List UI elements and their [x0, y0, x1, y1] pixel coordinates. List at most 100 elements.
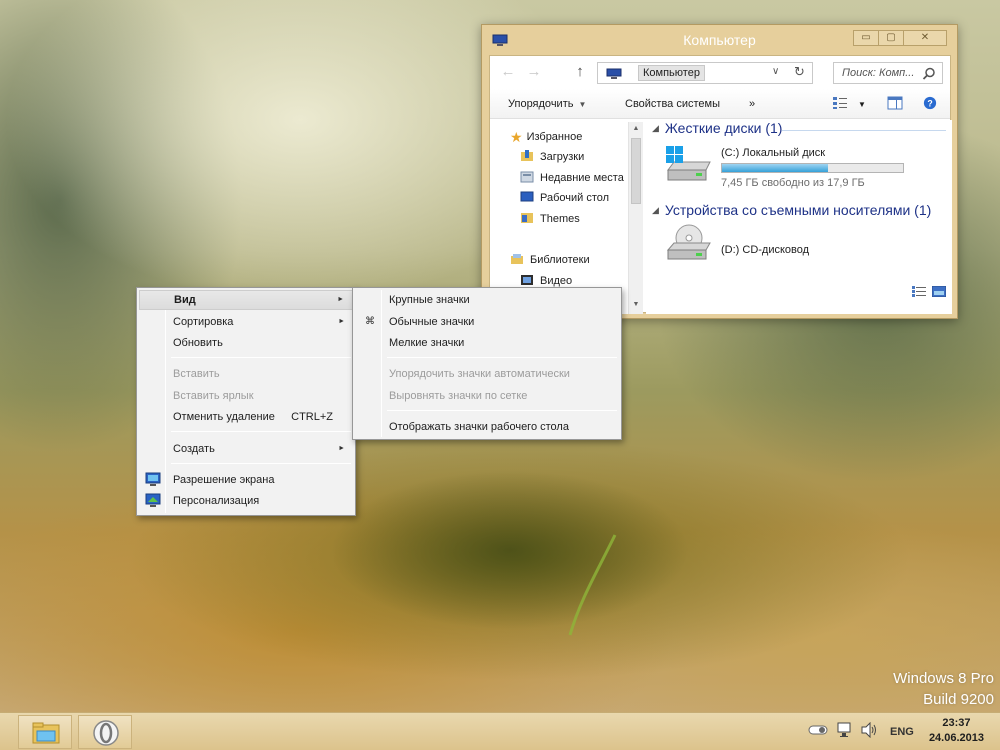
- back-button[interactable]: ←: [498, 62, 518, 82]
- close-button[interactable]: ✕: [903, 30, 947, 46]
- toggle-switch-icon[interactable]: [808, 724, 828, 739]
- minimize-button[interactable]: ▭: [853, 30, 879, 46]
- menu-item-label: Вставить: [173, 368, 220, 380]
- clock-date: 24.06.2013: [928, 732, 984, 744]
- explorer-client: ← → ↑ Компьютер ∨ ↻ Поиск: Комп... Упоря…: [489, 55, 952, 314]
- taskbar-opera-button[interactable]: [78, 715, 132, 749]
- personalization-icon: [145, 493, 161, 507]
- nav-pane-scrollbar[interactable]: ▲ ▼: [628, 122, 643, 314]
- explorer-folder-icon: [32, 722, 60, 744]
- menu-item-view[interactable]: Вид ►: [139, 290, 353, 310]
- cd-drive-icon[interactable]: [664, 224, 712, 262]
- menu-item-auto-arrange[interactable]: Упорядочить значки автоматически: [355, 364, 619, 384]
- drive-c-free-space: 7,45 ГБ свободно из 17,9 ГБ: [721, 177, 865, 189]
- view-options-caret-icon[interactable]: ▼: [858, 100, 866, 109]
- nav-item-label: Недавние места: [540, 172, 624, 184]
- organize-button[interactable]: Упорядочить ▼: [508, 98, 586, 110]
- menu-item-label: Вид: [174, 294, 196, 306]
- menu-item-label: Упорядочить значки автоматически: [389, 368, 570, 380]
- scroll-down-icon[interactable]: ▼: [629, 298, 643, 312]
- explorer-window[interactable]: Компьютер ▭ ▢ ✕ ← → ↑ Компьютер ∨ ↻ Поис…: [481, 24, 958, 319]
- minimize-icon: ▭: [861, 32, 871, 43]
- menu-separator: [171, 463, 351, 464]
- nav-libraries[interactable]: Библиотеки: [510, 251, 590, 269]
- organize-label: Упорядочить: [508, 98, 574, 110]
- system-properties-button[interactable]: Свойства системы: [625, 98, 720, 110]
- search-box[interactable]: Поиск: Комп...: [833, 62, 943, 84]
- group-hard-disks[interactable]: ◢ Жесткие диски (1): [652, 120, 782, 140]
- menu-item-small-icons[interactable]: Мелкие значки: [355, 333, 619, 353]
- large-icons-view-icon[interactable]: [932, 286, 946, 297]
- volume-icon[interactable]: [860, 721, 878, 741]
- menu-item-paste-shortcut[interactable]: Вставить ярлык: [139, 386, 353, 406]
- chevron-down-icon[interactable]: ∨: [772, 66, 779, 77]
- menu-item-paste[interactable]: Вставить: [139, 364, 353, 384]
- nav-favorites[interactable]: ★ Избранное: [510, 128, 582, 146]
- drive-c-name[interactable]: (C:) Локальный диск: [721, 147, 825, 159]
- group-removable[interactable]: ◢ Устройства со съемными носителями (1): [652, 202, 931, 222]
- menu-item-label: Сортировка: [173, 316, 234, 328]
- change-view-icon[interactable]: [832, 96, 848, 110]
- nav-item-recent-places[interactable]: Недавние места: [520, 169, 624, 187]
- scroll-thumb[interactable]: [631, 138, 641, 204]
- command-bar: Упорядочить ▼ Свойства системы » ▼ ?: [490, 89, 950, 119]
- video-icon: [521, 275, 533, 285]
- nav-libraries-label: Библиотеки: [530, 254, 590, 266]
- wallpaper-moss: [330, 470, 690, 630]
- recent-places-icon: [520, 171, 534, 183]
- clock[interactable]: 23:37 24.06.2013: [929, 716, 984, 746]
- nav-item-label: Загрузки: [540, 151, 585, 163]
- menu-item-personalization[interactable]: Персонализация: [139, 491, 353, 511]
- menu-item-large-icons[interactable]: Крупные значки: [355, 290, 619, 310]
- menu-item-new[interactable]: Создать ►: [139, 439, 353, 459]
- group-removable-label: Устройства со съемными носителями (1): [664, 202, 932, 218]
- nav-item-desktop[interactable]: Рабочий стол: [520, 189, 609, 207]
- nav-item-downloads[interactable]: Загрузки: [520, 148, 584, 166]
- submenu-arrow-icon: ►: [337, 296, 344, 303]
- menu-item-refresh[interactable]: Обновить: [139, 333, 353, 353]
- folder-icon: [521, 213, 533, 223]
- content-pane: ◢ Жесткие диски (1) (C:) Локальный диск 7…: [646, 120, 952, 314]
- search-icon[interactable]: [922, 67, 936, 81]
- local-disk-icon[interactable]: [664, 146, 712, 184]
- menu-item-undo-delete[interactable]: Отменить удаление CTRL+Z: [139, 407, 353, 427]
- network-icon[interactable]: [836, 722, 854, 741]
- star-icon: ★: [510, 129, 523, 145]
- clock-time: 23:37: [942, 717, 971, 729]
- menu-item-sort[interactable]: Сортировка ►: [139, 312, 353, 332]
- scroll-up-icon[interactable]: ▲: [629, 122, 643, 136]
- more-commands-button[interactable]: »: [749, 98, 755, 110]
- refresh-icon[interactable]: ↻: [794, 64, 805, 80]
- address-bar[interactable]: Компьютер ∨ ↻: [597, 62, 813, 84]
- menu-item-shortcut: CTRL+Z: [291, 411, 333, 423]
- menu-item-label: Обновить: [173, 337, 223, 349]
- taskbar-explorer-button[interactable]: [18, 715, 72, 749]
- search-input[interactable]: Поиск: Комп...: [842, 67, 914, 79]
- maximize-button[interactable]: ▢: [878, 30, 904, 46]
- close-icon: ✕: [920, 32, 930, 43]
- libraries-icon: [511, 254, 523, 264]
- drive-d-name[interactable]: (D:) CD-дисковод: [721, 244, 809, 256]
- menu-item-screen-resolution[interactable]: Разрешение экрана: [139, 470, 353, 490]
- menu-item-show-desktop-icons[interactable]: Отображать значки рабочего стола: [355, 417, 619, 437]
- menu-item-label: Отображать значки рабочего стола: [389, 421, 569, 433]
- title-bar[interactable]: Компьютер ▭ ▢ ✕: [482, 25, 957, 55]
- menu-item-label: Отменить удаление: [173, 411, 275, 423]
- menu-item-label: Мелкие значки: [389, 337, 465, 349]
- language-indicator[interactable]: ENG: [890, 726, 914, 738]
- breadcrumb-computer[interactable]: Компьютер: [638, 65, 705, 81]
- menu-item-align-to-grid[interactable]: Выровнять значки по сетке: [355, 386, 619, 406]
- nav-item-themes[interactable]: Themes: [520, 210, 580, 228]
- forward-button[interactable]: →: [524, 62, 544, 82]
- desktop-context-menu: Вид ► Сортировка ► Обновить Вставить Встав…: [136, 287, 356, 516]
- help-icon[interactable]: ?: [922, 96, 938, 110]
- up-button[interactable]: ↑: [570, 62, 590, 82]
- preview-pane-icon[interactable]: [887, 96, 903, 110]
- navigation-bar: ← → ↑ Компьютер ∨ ↻ Поиск: Комп...: [490, 56, 950, 89]
- menu-item-medium-icons[interactable]: ⌘ Обычные значки: [355, 312, 619, 332]
- windows-watermark: Windows 8 Pro Build 9200: [893, 668, 994, 710]
- nav-item-label: Видео: [540, 275, 573, 287]
- details-view-icon[interactable]: [912, 286, 926, 297]
- collapse-chevron-icon: ◢: [652, 123, 659, 133]
- opera-icon: [93, 720, 119, 746]
